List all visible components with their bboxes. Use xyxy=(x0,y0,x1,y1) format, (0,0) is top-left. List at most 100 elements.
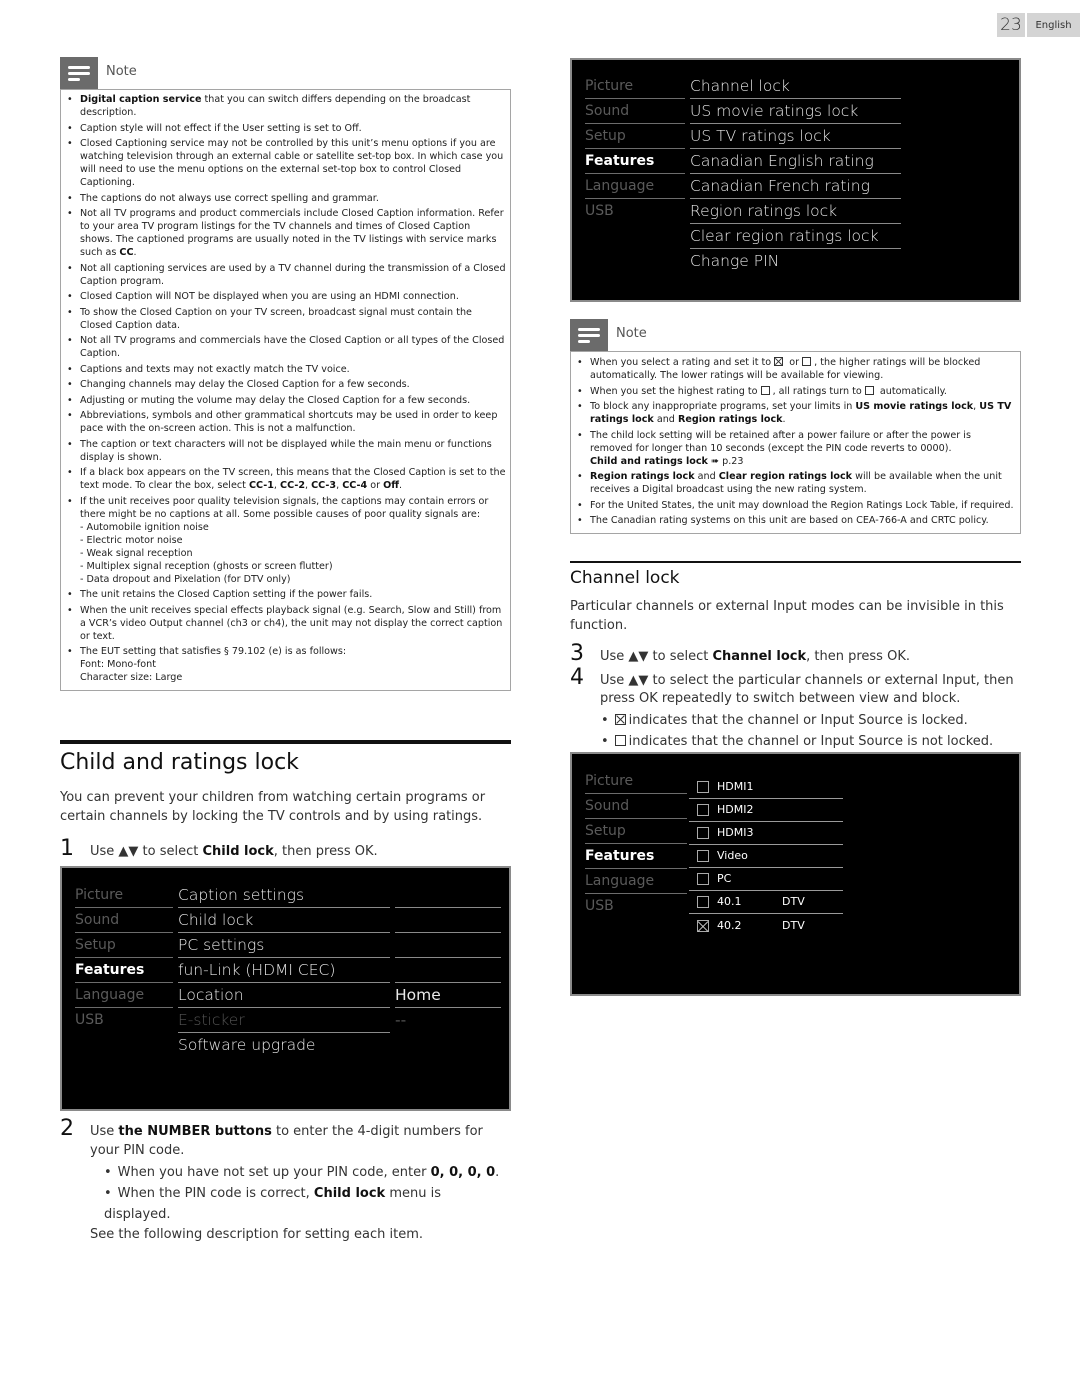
page-number: 23 xyxy=(997,13,1025,37)
tv-menu-channel-lock: Picture Sound Setup Features Language USB HDMI… xyxy=(570,752,1021,996)
note-subitem: - Weak signal reception xyxy=(80,547,193,559)
menu-item[interactable]: Canadian English rating xyxy=(690,149,901,174)
channel-row[interactable]: Video xyxy=(689,845,843,868)
note-text: . xyxy=(133,247,137,258)
checked-box-icon xyxy=(614,713,626,725)
caption-option: Off xyxy=(383,480,400,491)
section-divider xyxy=(60,740,511,744)
note-item: Adjusting or muting the volume may delay… xyxy=(65,394,506,407)
note-subitem: - Multiplex signal reception (ghosts or … xyxy=(80,560,333,572)
note-item: Abbreviations, symbols and other grammat… xyxy=(65,409,506,435)
note-text: If the unit receives poor quality televi… xyxy=(80,495,489,520)
note-item: Region ratings lock and Clear region rat… xyxy=(575,470,1016,496)
menu-category-usb[interactable]: USB xyxy=(585,199,685,224)
note-text: Adjusting or muting the volume may delay… xyxy=(80,394,471,406)
section-divider xyxy=(570,561,1021,563)
locked-checkbox-icon[interactable] xyxy=(697,919,709,932)
empty-box-icon xyxy=(614,734,626,746)
menu-item[interactable]: Clear region ratings lock xyxy=(690,224,901,249)
caption-option: CC-2 xyxy=(280,480,305,491)
note-text: The EUT setting that satisfies § 79.102 … xyxy=(80,646,347,657)
menu-category-features[interactable]: Features xyxy=(585,149,685,174)
note-icon xyxy=(570,319,608,351)
note-list: When you select a rating and set it to o… xyxy=(575,356,1016,527)
empty-box-icon xyxy=(864,385,874,395)
menu-item[interactable]: Region ratings lock xyxy=(690,199,901,224)
note-item: For the United States, the unit may down… xyxy=(575,499,1016,512)
unlocked-checkbox-icon[interactable] xyxy=(697,896,709,908)
menu-category-usb[interactable]: USB xyxy=(585,894,687,919)
menu-category-picture[interactable]: Picture xyxy=(585,74,685,99)
step-number: 2 xyxy=(60,1116,74,1141)
unlocked-checkbox-icon[interactable] xyxy=(697,804,709,816)
note-header: Note xyxy=(60,57,511,89)
menu-category-sound[interactable]: Sound xyxy=(585,99,685,124)
note-subitem: - Data dropout and Pixelation (for DTV o… xyxy=(80,573,291,585)
legend-list: indicates that the channel or Input Sour… xyxy=(601,710,1021,752)
step-4: 4 Use ▲▼ to select the particular channe… xyxy=(570,664,1021,709)
step-2: 2 Use the NUMBER buttons to enter the 4-… xyxy=(60,1116,511,1160)
channel-row[interactable]: HDMI2 xyxy=(689,799,843,822)
left-column: Note Digital caption service that you ca… xyxy=(60,57,511,691)
channel-name: HDMI3 xyxy=(717,826,754,839)
channel-row[interactable]: PC xyxy=(689,868,843,891)
menu-category-picture[interactable]: Picture xyxy=(75,883,173,908)
channel-row[interactable]: 40.1 DTV xyxy=(689,891,843,914)
menu-category-setup[interactable]: Setup xyxy=(75,933,173,958)
channel-name: 40.1 xyxy=(717,895,742,908)
step-text: Use ▲▼ to select Child lock, then press … xyxy=(90,844,378,859)
menu-category-sound[interactable]: Sound xyxy=(585,794,687,819)
note-item: Not all TV programs and product commerci… xyxy=(65,207,506,259)
menu-item[interactable]: PC settings xyxy=(178,933,390,958)
note-header: Note xyxy=(570,319,1021,351)
language-tab[interactable]: English xyxy=(1027,13,1080,37)
step-text: Use ▲▼ to select the particular channels… xyxy=(600,672,1014,707)
unlocked-checkbox-icon[interactable] xyxy=(697,827,709,839)
unlocked-checkbox-icon[interactable] xyxy=(697,873,709,885)
tv-menu-features: Picture Sound Setup Features Language USB Capt… xyxy=(60,866,511,1111)
menu-item[interactable]: Change PIN xyxy=(690,249,901,274)
menu-category-setup[interactable]: Setup xyxy=(585,124,685,149)
channel-row[interactable]: HDMI3 xyxy=(689,822,843,845)
menu-item-value xyxy=(395,908,501,933)
note-item: The unit retains the Closed Caption sett… xyxy=(65,588,506,601)
caption-option: CC-3 xyxy=(311,480,337,491)
menu-item[interactable]: Caption settings xyxy=(178,883,390,908)
menu-category-usb[interactable]: USB xyxy=(75,1008,173,1033)
cross-reference-link[interactable]: Child and ratings lock xyxy=(590,456,708,467)
note-item: The EUT setting that satisfies § 79.102 … xyxy=(65,645,506,684)
pin-bullet: When you have not set up your PIN code, … xyxy=(104,1162,511,1183)
menu-item[interactable]: Channel lock xyxy=(690,74,901,99)
note-item: Changing channels may delay the Closed C… xyxy=(65,378,506,391)
unlocked-checkbox-icon[interactable] xyxy=(697,781,709,793)
menu-category-setup[interactable]: Setup xyxy=(585,819,687,844)
menu-category-language[interactable]: Language xyxy=(585,174,685,199)
channel-row[interactable]: 40.2 DTV xyxy=(689,914,843,937)
menu-category-features[interactable]: Features xyxy=(75,958,173,983)
channel-row[interactable]: HDMI1 xyxy=(689,776,843,799)
channel-name: HDMI2 xyxy=(717,803,754,816)
menu-item-value xyxy=(395,933,501,958)
menu-category-language[interactable]: Language xyxy=(75,983,173,1008)
unlocked-checkbox-icon[interactable] xyxy=(697,850,709,862)
menu-category-features[interactable]: Features xyxy=(585,844,687,869)
note-item: Not all captioning services are used by … xyxy=(65,262,506,288)
menu-item[interactable]: fun-Link (HDMI CEC) xyxy=(178,958,390,983)
menu-category-picture[interactable]: Picture xyxy=(585,769,687,794)
menu-category-sound[interactable]: Sound xyxy=(75,908,173,933)
menu-item[interactable]: Location xyxy=(178,983,390,1008)
menu-item[interactable]: Canadian French rating xyxy=(690,174,901,199)
channel-type: DTV xyxy=(782,895,805,908)
menu-item[interactable]: US TV ratings lock xyxy=(690,124,901,149)
empty-box-icon xyxy=(760,385,770,395)
menu-item[interactable]: Child lock xyxy=(178,908,390,933)
note-title: Note xyxy=(106,64,137,79)
step-number: 1 xyxy=(60,836,74,861)
menu-category-language[interactable]: Language xyxy=(585,869,687,894)
menu-item[interactable]: US movie ratings lock xyxy=(690,99,901,124)
section-intro: You can prevent your children from watch… xyxy=(60,790,486,824)
step-number: 4 xyxy=(570,664,584,690)
caption-note: Note Digital caption service that you ca… xyxy=(60,57,511,691)
note-body: Digital caption service that you can swi… xyxy=(60,89,511,691)
menu-item[interactable]: Software upgrade xyxy=(178,1033,390,1058)
